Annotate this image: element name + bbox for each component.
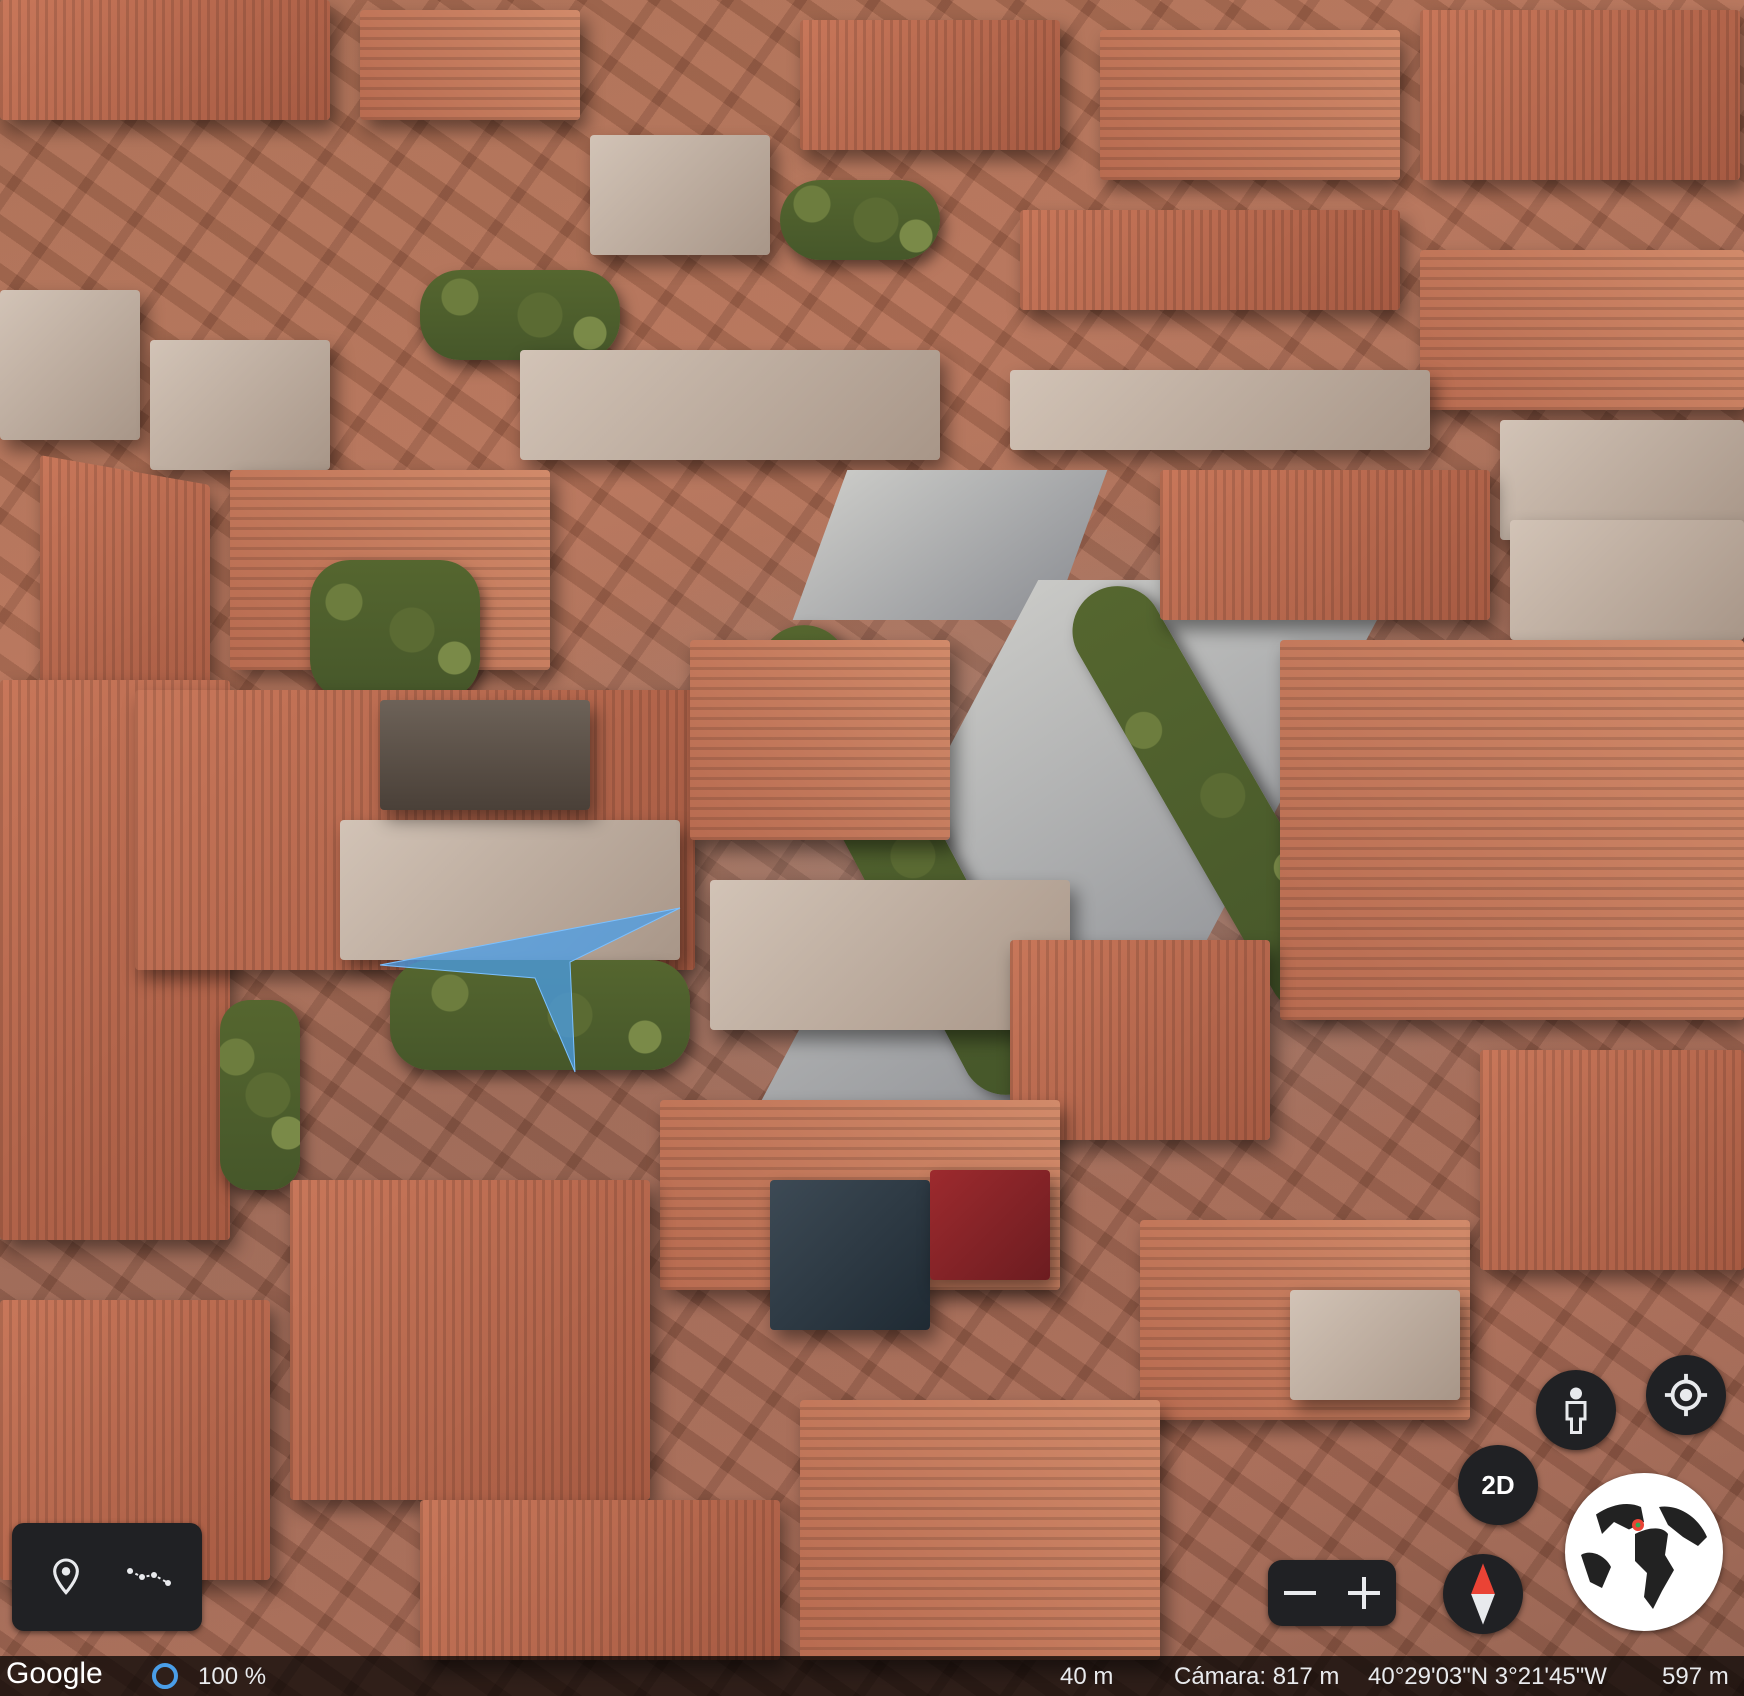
building-red-roof	[930, 1170, 1050, 1280]
view-mode-2d-button[interactable]: 2D	[1458, 1445, 1538, 1525]
my-location-icon	[1664, 1373, 1708, 1417]
building	[1010, 370, 1430, 450]
building-dark-roof	[770, 1180, 930, 1330]
load-progress: 100 %	[198, 1663, 267, 1690]
building	[1280, 640, 1744, 1020]
minus-icon	[1284, 1591, 1316, 1595]
elevation: 597 m	[1662, 1663, 1729, 1690]
building	[1420, 10, 1740, 180]
building	[1160, 470, 1490, 620]
pegman-icon	[1565, 1387, 1587, 1434]
building	[420, 1500, 780, 1660]
street-view-button[interactable]	[1536, 1370, 1616, 1450]
courtyard	[380, 700, 590, 810]
building	[0, 290, 140, 440]
compass-button[interactable]	[1443, 1554, 1523, 1634]
building	[1480, 1050, 1744, 1270]
loading-ring-icon	[152, 1663, 178, 1689]
compass-icon	[1471, 1563, 1495, 1625]
trees	[220, 1000, 300, 1190]
view-mode-label: 2D	[1481, 1469, 1515, 1500]
camera-altitude: Cámara: 817 m	[1174, 1663, 1340, 1690]
view-direction-marker	[379, 907, 681, 1073]
building	[1100, 30, 1400, 180]
building	[1290, 1290, 1460, 1400]
building	[800, 20, 1060, 150]
scale-label: 40 m	[1060, 1663, 1114, 1690]
building	[360, 10, 580, 120]
building	[800, 1400, 1160, 1660]
map-pin-icon[interactable]	[42, 1553, 90, 1601]
zoom-out-button[interactable]	[1268, 1560, 1332, 1626]
building	[1020, 210, 1400, 310]
my-location-button[interactable]	[1646, 1355, 1726, 1435]
google-logo: Google	[6, 1657, 103, 1690]
satellite-3d-map[interactable]	[0, 0, 1744, 1696]
building	[1510, 520, 1744, 640]
building	[520, 350, 940, 460]
building	[0, 0, 330, 120]
building	[290, 1180, 650, 1500]
trees	[310, 560, 480, 700]
building	[590, 135, 770, 255]
status-bar: Google 100 % 40 m Cámara: 817 m 40°29'03…	[0, 1656, 1744, 1696]
zoom-control	[1268, 1560, 1396, 1626]
measure-distance-icon[interactable]	[122, 1553, 176, 1601]
globe-icon	[1570, 1478, 1718, 1626]
building	[150, 340, 330, 470]
tools-panel	[12, 1523, 202, 1631]
building	[690, 640, 950, 840]
zoom-in-button[interactable]	[1332, 1560, 1396, 1626]
trees	[420, 270, 620, 360]
trees	[780, 180, 940, 260]
coordinates: 40°29'03"N 3°21'45"W	[1368, 1663, 1607, 1690]
building	[1420, 250, 1744, 410]
plus-icon	[1348, 1577, 1380, 1609]
globe-button[interactable]	[1565, 1473, 1723, 1631]
